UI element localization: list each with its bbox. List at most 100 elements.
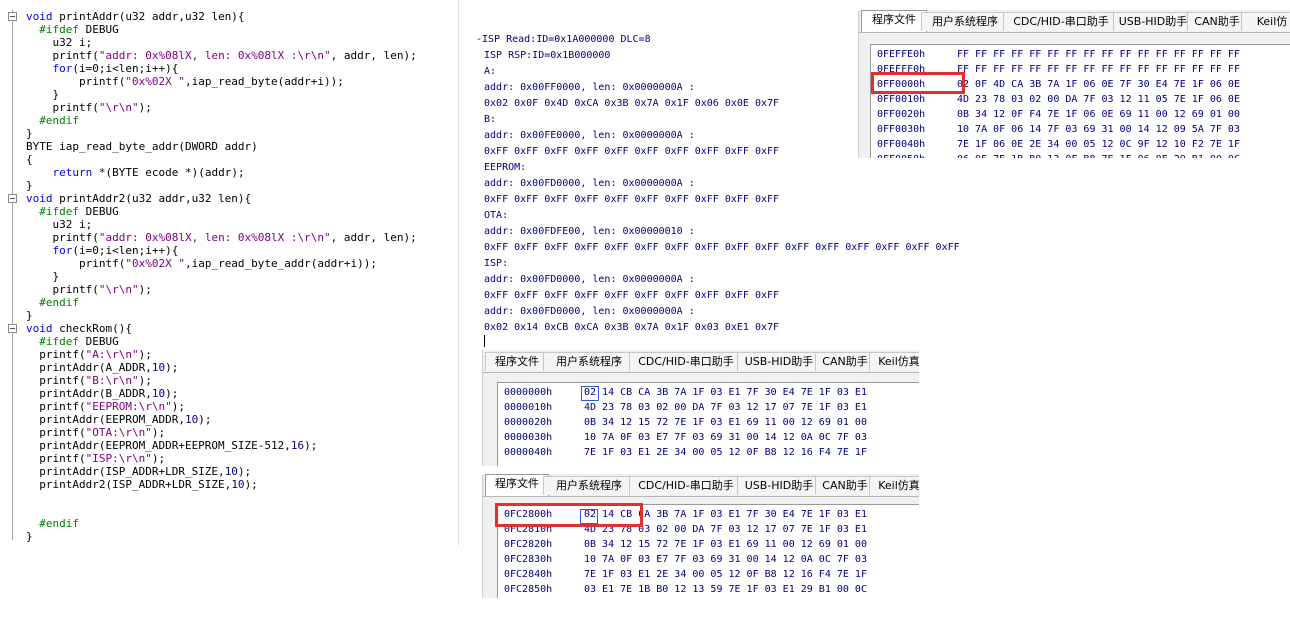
code-line: #endif xyxy=(39,517,79,530)
hex-address: 0000020h xyxy=(504,417,553,428)
hex-address: 0000010h xyxy=(504,402,553,413)
tab-4[interactable]: CAN助手 xyxy=(1187,12,1247,31)
serial-line: -ISP Read:ID=0x1A000000 DLC=8 xyxy=(476,34,651,45)
hex-grid[interactable]: 0000000h 02 14 CB CA 3B 7A 1F 03 E1 7F 30… xyxy=(497,382,919,466)
hex-address: 0000000h xyxy=(504,387,553,398)
hex-grid[interactable]: 0FEFFE0h FF FF FF FF FF FF FF FF FF FF FF… xyxy=(870,44,1290,158)
hex-row[interactable]: 0000030h 10 7A 0F 03 E7 7F 03 69 31 00 14… xyxy=(498,430,919,445)
tab-0[interactable]: 程序文件 xyxy=(485,474,549,496)
hex-row[interactable]: 0FC2830h 10 7A 0F 03 E7 7F 03 69 31 00 14… xyxy=(498,552,919,567)
serial-line: addr: 0x00FDFE00, len: 0x00000010 : xyxy=(478,226,695,237)
hex-bytes: 02 14 CB CA 3B 7A 1F 03 E1 7F 30 E4 7E 1… xyxy=(584,387,867,398)
code-line: } xyxy=(26,270,60,283)
code-line: } xyxy=(26,309,33,322)
serial-line: 0x02 0x0F 0x4D 0xCA 0x3B 0x7A 0x1F 0x06 … xyxy=(478,98,780,109)
hex-row[interactable]: 0FEFFE0h FF FF FF FF FF FF FF FF FF FF FF… xyxy=(871,47,1290,62)
code-line: printf("\r\n"); xyxy=(26,101,152,114)
code-line: printAddr(EEPROM_ADDR+EEPROM_SIZE-512,16… xyxy=(26,439,318,452)
hex-row[interactable]: 0000020h 0B 34 12 15 72 7E 1F 03 E1 69 11… xyxy=(498,415,919,430)
tab-2[interactable]: CDC/HID-串口助手 xyxy=(1003,12,1119,31)
hex-panel-bottom[interactable]: 程序文件 用户系统程序 CDC/HID-串口助手 USB-HID助手 CAN助手 Keil… xyxy=(482,474,919,598)
highlight-box xyxy=(495,503,643,527)
tab-2[interactable]: CDC/HID-串口助手 xyxy=(629,476,743,495)
serial-line: addr: 0x00FD0000, len: 0x0000000A : xyxy=(478,178,695,189)
code-line: printf("\r\n"); xyxy=(26,283,152,296)
code-line: #ifdef DEBUG xyxy=(39,205,119,218)
code-line: #ifdef DEBUG xyxy=(39,23,119,36)
code-line: u32 i; xyxy=(26,36,93,49)
code-line: printf("ISP:\r\n"); xyxy=(26,452,166,465)
hex-bytes: 0B 34 12 15 72 7E 1F 03 E1 69 11 00 12 6… xyxy=(584,539,867,550)
hex-bytes: 4D 23 78 03 02 00 DA 7F 03 12 11 05 7E 1… xyxy=(957,94,1240,105)
tab-bar: 程序文件 用户系统程序 CDC/HID-串口助手 USB-HID助手 CAN助手 Keil… xyxy=(483,350,919,373)
code-line: printf("OTA:\r\n"); xyxy=(26,426,166,439)
tab-2[interactable]: CDC/HID-串口助手 xyxy=(629,352,743,371)
hex-row[interactable]: 0FF0020h 0B 34 12 0F F4 7E 1F 06 0E 69 11… xyxy=(871,107,1290,122)
hex-address: 0000040h xyxy=(504,447,553,458)
tab-bar: 程序文件 用户系统程序 CDC/HID-串口助手 USB-HID助手 CAN助手 Keil… xyxy=(483,474,919,497)
tab-3[interactable]: USB-HID助手 xyxy=(1113,12,1193,31)
tab-5[interactable]: Keil仿 xyxy=(1241,12,1290,31)
serial-line: addr: 0x00FD0000, len: 0x0000000A : xyxy=(478,274,695,285)
code-line: printAddr(EEPROM_ADDR,10); xyxy=(26,413,212,426)
cursor-box xyxy=(580,509,598,524)
code-line: printAddr(A_ADDR,10); xyxy=(26,361,179,374)
hex-panel-middle[interactable]: 程序文件 用户系统程序 CDC/HID-串口助手 USB-HID助手 CAN助手 Keil… xyxy=(482,350,919,466)
tab-5[interactable]: Keil仿真 xyxy=(869,352,919,371)
hex-row[interactable]: 0FC2850h 03 E1 7E 1B B0 12 13 59 7E 1F 03… xyxy=(498,582,919,597)
hex-bytes: 10 7A 0F 06 14 7F 03 69 31 00 14 12 09 5… xyxy=(957,124,1240,135)
tab-0[interactable]: 程序文件 xyxy=(485,352,549,371)
hex-bytes: 4D 23 78 03 02 00 DA 7F 03 12 17 07 7E 1… xyxy=(584,402,867,413)
hex-bytes: 0B 34 12 0F F4 7E 1F 06 0E 69 11 00 12 6… xyxy=(957,109,1240,120)
code-line: } xyxy=(26,179,33,192)
hex-row[interactable]: 0FF0050h 06 0E 7E 1B B0 12 0F B8 7E 1F 06… xyxy=(871,152,1290,158)
serial-line: 0x02 0x14 0xCB 0xCA 0x3B 0x7A 0x1F 0x03 … xyxy=(478,322,780,333)
code-line: BYTE iap_read_byte_addr(DWORD addr) xyxy=(26,140,258,153)
code-line: } xyxy=(26,127,33,140)
code-line: return *(BYTE ecode *)(addr); xyxy=(52,166,245,179)
hex-row[interactable]: 0FF0030h 10 7A 0F 06 14 7F 03 69 31 00 14… xyxy=(871,122,1290,137)
hex-row[interactable]: 0000010h 4D 23 78 03 02 00 DA 7F 03 12 17… xyxy=(498,400,919,415)
fold-gutter xyxy=(12,10,13,540)
hex-row[interactable]: 0000000h 02 14 CB CA 3B 7A 1F 03 E1 7F 30… xyxy=(498,385,919,400)
tab-5[interactable]: Keil仿真 xyxy=(869,476,919,495)
code-line: printf("addr: 0x%08lX, len: 0x%08lX :\r\… xyxy=(26,231,417,244)
hex-row[interactable]: 0FC2820h 0B 34 12 15 72 7E 1F 03 E1 69 11… xyxy=(498,537,919,552)
fold-toggle-icon[interactable] xyxy=(8,324,17,333)
tab-3[interactable]: USB-HID助手 xyxy=(737,352,821,371)
hex-row[interactable]: 0000040h 7E 1F 03 E1 2E 34 00 05 12 0F B8… xyxy=(498,445,919,460)
serial-line: OTA: xyxy=(478,210,509,221)
tab-3[interactable]: USB-HID助手 xyxy=(737,476,821,495)
tab-4[interactable]: CAN助手 xyxy=(815,476,875,495)
fold-toggle-icon[interactable] xyxy=(8,194,17,203)
fold-toggle-icon[interactable] xyxy=(8,12,17,21)
hex-bytes: 06 0E 7E 1B B0 12 0F B8 7E 1F 06 0E 29 B… xyxy=(957,152,1240,158)
tab-bar: 程序文件 用户系统程序 CDC/HID-串口助手 USB-HID助手 CAN助手 Keil… xyxy=(859,10,1290,33)
code-line: for(i=0;i<len;i++){ xyxy=(52,62,179,75)
hex-row[interactable]: 0FF0040h 7E 1F 06 0E 2E 34 00 05 12 0C 9F… xyxy=(871,137,1290,152)
tab-0[interactable]: 程序文件 xyxy=(861,10,927,32)
serial-line: EEPROM: xyxy=(478,162,527,173)
tab-1[interactable]: 用户系统程序 xyxy=(921,12,1009,31)
hex-address: 0FF0020h xyxy=(877,109,926,120)
hex-address: 0000030h xyxy=(504,432,553,443)
code-line: printf("0x%02X ",iap_read_byte_addr(addr… xyxy=(26,257,378,270)
hex-address: 0FF0030h xyxy=(877,124,926,135)
hex-bytes: 7E 1F 03 E1 2E 34 00 05 12 0F B8 12 16 F… xyxy=(584,569,867,580)
text-cursor xyxy=(484,335,485,347)
code-line: #endif xyxy=(39,296,79,309)
code-line: #endif xyxy=(39,114,79,127)
code-line: { xyxy=(26,153,33,166)
code-editor[interactable]: void printAddr(u32 addr,u32 len){ #ifdef… xyxy=(0,0,459,546)
hex-address: 0FEFFE0h xyxy=(877,49,926,60)
tab-1[interactable]: 用户系统程序 xyxy=(543,476,635,495)
tab-4[interactable]: CAN助手 xyxy=(815,352,875,371)
hex-row[interactable]: 0FC2840h 7E 1F 03 E1 2E 34 00 05 12 0F B8… xyxy=(498,567,919,582)
code-line: printAddr2(ISP_ADDR+LDR_SIZE,10); xyxy=(26,478,258,491)
hex-address: 0FC2850h xyxy=(504,584,553,595)
hex-address: 0FF0010h xyxy=(877,94,926,105)
hex-bytes: 0B 34 12 15 72 7E 1F 03 E1 69 11 00 12 6… xyxy=(584,417,867,428)
tab-1[interactable]: 用户系统程序 xyxy=(543,352,635,371)
code-line: void printAddr(u32 addr,u32 len){ xyxy=(26,10,245,23)
hex-row[interactable]: 0FF0010h 4D 23 78 03 02 00 DA 7F 03 12 11… xyxy=(871,92,1290,107)
